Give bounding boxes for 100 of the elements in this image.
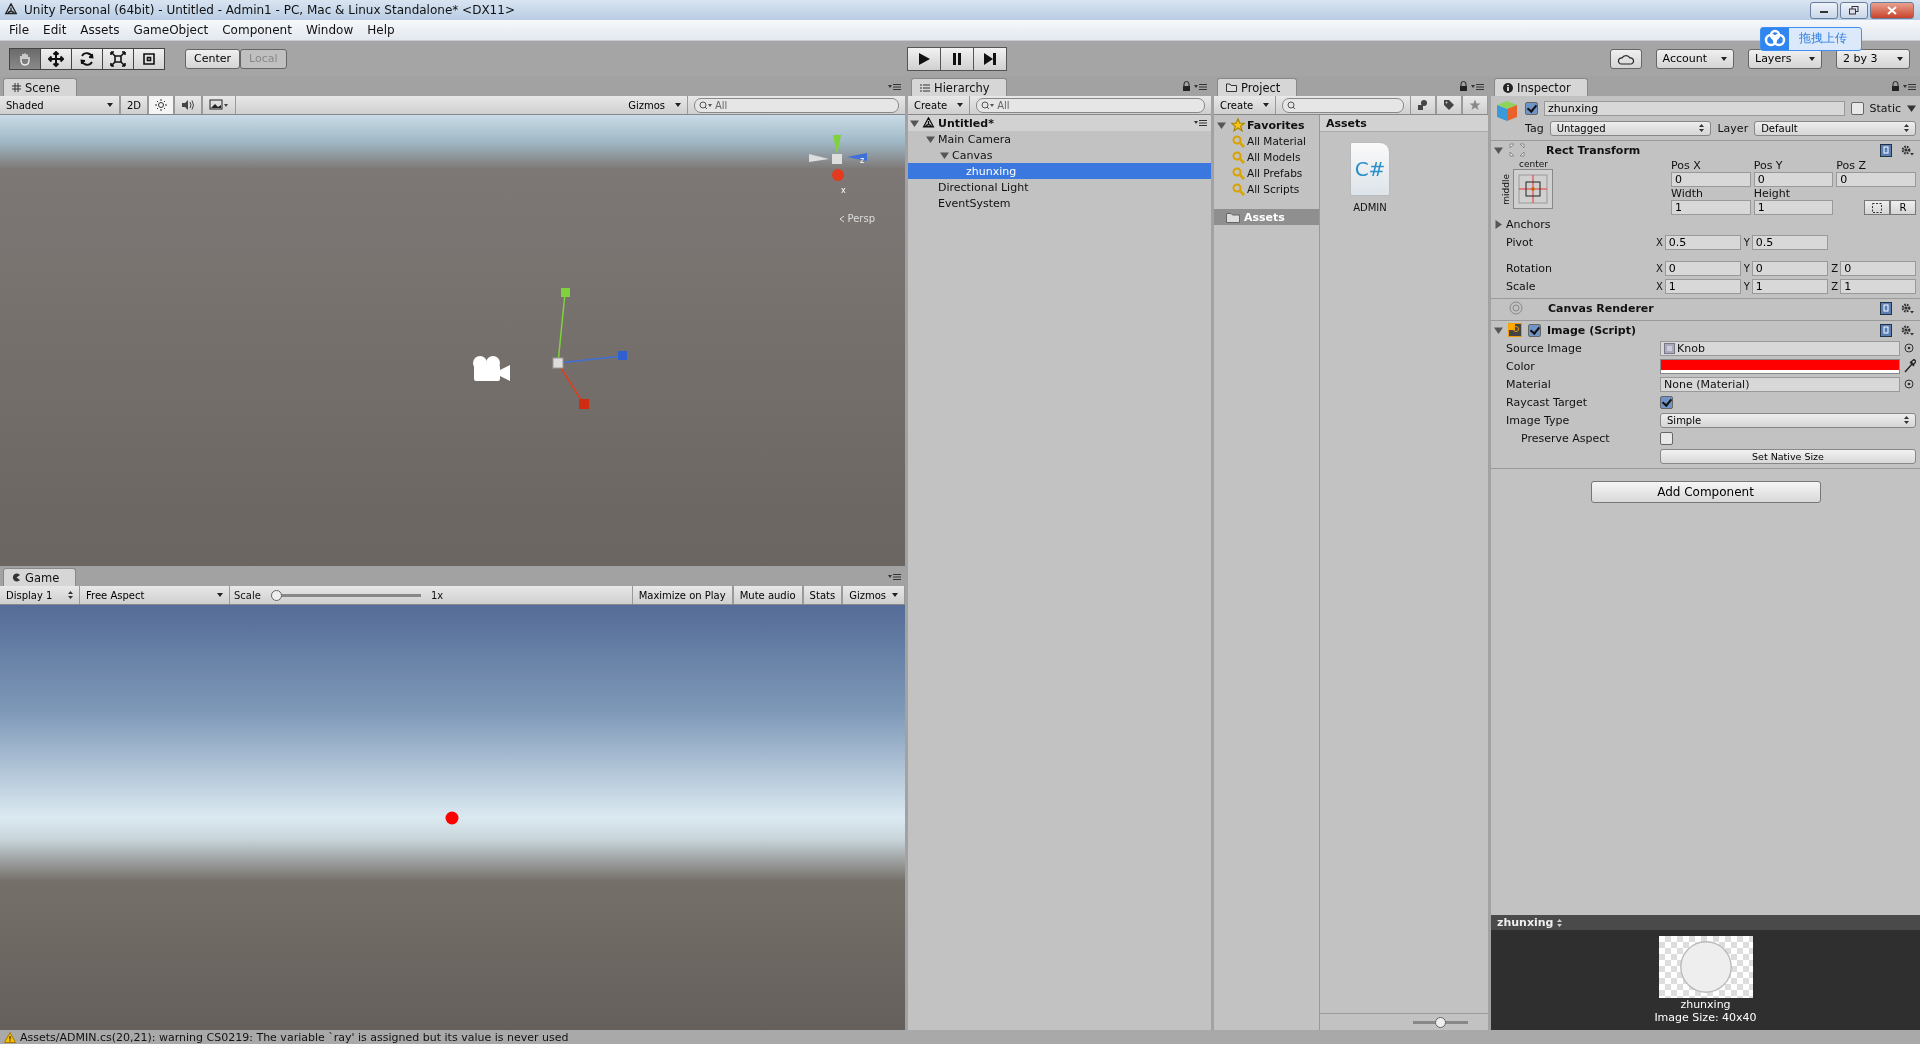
favorite-search-item[interactable]: All Prefabs <box>1214 165 1319 181</box>
menu-item[interactable]: GameObject <box>126 23 216 37</box>
number-field[interactable]: 0 <box>1671 172 1751 187</box>
object-picker-icon[interactable] <box>1904 379 1916 389</box>
hand-tool-button[interactable] <box>9 47 41 70</box>
tag-dropdown[interactable]: Untagged <box>1549 120 1712 136</box>
inspector-tab[interactable]: Inspector <box>1494 78 1588 96</box>
layer-dropdown[interactable]: Default <box>1754 120 1916 136</box>
menu-item[interactable]: Assets <box>73 23 127 37</box>
object-picker-icon[interactable] <box>1904 343 1916 353</box>
number-field[interactable]: 0 <box>1751 260 1829 276</box>
chevron-icon[interactable] <box>838 214 845 223</box>
scale-tool-button[interactable] <box>102 47 134 70</box>
filter-by-type-button[interactable] <box>1410 96 1436 114</box>
foldout-arrow-icon[interactable] <box>926 134 935 144</box>
image-type-dropdown[interactable]: Simple <box>1660 412 1916 428</box>
scale-slider-thumb[interactable] <box>270 589 282 601</box>
raw-edit-button[interactable]: R <box>1890 200 1916 215</box>
hierarchy-tab[interactable]: Hierarchy <box>911 78 1007 96</box>
favorite-search-item[interactable]: All Scripts <box>1214 181 1319 197</box>
menu-item[interactable]: Window <box>298 23 361 37</box>
object-field[interactable]: None (Material) <box>1660 376 1900 392</box>
rotate-tool-button[interactable] <box>71 47 103 70</box>
up-down-arrows-icon[interactable] <box>1557 918 1563 927</box>
foldout-arrow-icon[interactable] <box>1217 120 1226 130</box>
favorites-header[interactable]: Favorites <box>1214 117 1319 133</box>
anchor-presets-button[interactable] <box>1513 169 1553 209</box>
preview-title[interactable]: zhunxing <box>1497 916 1554 929</box>
foldout-arrow-icon[interactable] <box>1494 145 1503 155</box>
game-toolbar-button[interactable]: Maximize on Play <box>631 586 733 604</box>
number-field[interactable]: 1 <box>1840 278 1916 294</box>
breadcrumb[interactable]: Assets <box>1320 115 1488 132</box>
foldout-arrow-icon[interactable] <box>1494 325 1503 335</box>
settings-icon[interactable] <box>1900 324 1914 336</box>
play-button[interactable] <box>907 46 941 71</box>
component-title[interactable]: Canvas Renderer <box>1548 301 1654 315</box>
search-field[interactable]: All <box>694 97 899 113</box>
settings-icon[interactable] <box>1900 144 1914 156</box>
display-dropdown[interactable]: Display 1 <box>0 586 80 604</box>
move-tool-button[interactable] <box>40 47 72 70</box>
menu-item[interactable]: Edit <box>36 23 74 37</box>
scene-gizmo-drawing[interactable]: z x <box>805 133 875 203</box>
number-field[interactable]: 0 <box>1840 260 1916 276</box>
property-checkbox[interactable] <box>1660 395 1673 409</box>
favorite-search-item[interactable]: All Material <box>1214 133 1319 149</box>
filter-by-label-button[interactable] <box>1436 96 1462 114</box>
project-tab[interactable]: Project <box>1217 78 1298 96</box>
menu-item[interactable]: Component <box>215 23 299 37</box>
scale-slider[interactable] <box>270 589 421 601</box>
scene-tab[interactable]: Scene <box>3 78 78 96</box>
close-button[interactable] <box>1870 1 1914 19</box>
cloud-button[interactable] <box>1609 48 1642 69</box>
game-tab[interactable]: Game <box>3 568 77 586</box>
upload-badge[interactable]: 拖拽上传 <box>1759 26 1862 51</box>
panel-menu-icon[interactable] <box>888 573 901 581</box>
set-native-size-button[interactable]: Set Native Size <box>1660 448 1916 464</box>
lock-icon[interactable] <box>1891 81 1900 91</box>
panel-menu-icon[interactable] <box>1903 83 1916 91</box>
audio-toggle[interactable] <box>174 96 203 114</box>
favorite-search-item[interactable]: All Models <box>1214 149 1319 165</box>
number-field[interactable]: 0 <box>1836 172 1916 187</box>
help-book-icon[interactable] <box>1880 323 1892 337</box>
game-toolbar-button[interactable]: Gizmos <box>842 586 905 604</box>
game-toolbar-button[interactable]: Stats <box>802 586 843 604</box>
account-dropdown[interactable]: Account <box>1655 48 1734 69</box>
settings-icon[interactable] <box>1900 302 1914 314</box>
blueprint-mode-button[interactable] <box>1864 200 1890 215</box>
number-field[interactable]: 0.5 <box>1751 234 1829 250</box>
minimize-button[interactable] <box>1810 1 1838 19</box>
search-field[interactable] <box>1282 97 1404 113</box>
component-title[interactable]: Rect Transform <box>1546 143 1641 157</box>
dropdown-arrow-icon[interactable] <box>1907 103 1916 113</box>
gizmos-dropdown[interactable]: Gizmos <box>622 96 688 114</box>
create-dropdown[interactable]: Create <box>908 96 971 114</box>
hierarchy-item[interactable]: Directional Light <box>908 179 1211 195</box>
hierarchy-item[interactable]: Main Camera <box>908 131 1211 147</box>
help-book-icon[interactable] <box>1880 301 1892 315</box>
scene-header[interactable]: Untitled* <box>908 115 1211 131</box>
component-title[interactable]: Image (Script) <box>1547 323 1636 337</box>
lighting-toggle[interactable] <box>148 96 175 114</box>
scene-menu-icon[interactable] <box>1194 119 1207 127</box>
number-field[interactable]: 1 <box>1753 200 1834 215</box>
script-asset[interactable]: C# ADMIN <box>1340 142 1400 213</box>
hierarchy-item[interactable]: EventSystem <box>908 195 1211 211</box>
scene-view[interactable]: z x Persp <box>0 115 905 566</box>
game-toolbar-button[interactable]: Mute audio <box>732 586 803 604</box>
foldout-arrow-icon[interactable] <box>910 118 919 128</box>
menu-item[interactable]: File <box>2 23 37 37</box>
number-field[interactable]: 0 <box>1664 260 1741 276</box>
lock-icon[interactable] <box>1182 81 1191 91</box>
property-checkbox[interactable] <box>1660 431 1673 445</box>
object-field[interactable]: Knob <box>1660 340 1900 356</box>
eyedropper-icon[interactable] <box>1904 359 1916 373</box>
help-book-icon[interactable] <box>1880 143 1892 157</box>
static-checkbox[interactable] <box>1850 101 1864 115</box>
panel-menu-icon[interactable] <box>1471 83 1484 91</box>
icon-size-slider-thumb[interactable] <box>1435 1016 1446 1028</box>
menu-item[interactable]: Help <box>360 23 402 37</box>
color-field[interactable] <box>1660 358 1900 374</box>
panel-menu-icon[interactable] <box>888 83 901 91</box>
